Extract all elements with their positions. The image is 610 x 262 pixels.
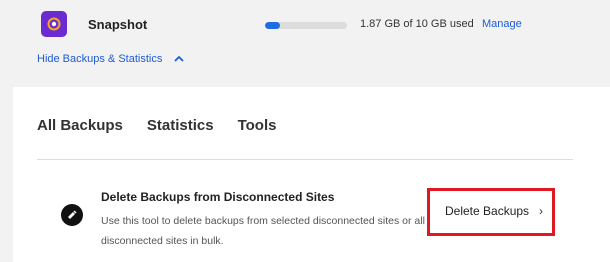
chevron-right-icon: › — [539, 204, 544, 218]
delete-backups-label: Delete Backups — [445, 204, 530, 218]
hide-backups-statistics-toggle[interactable]: Hide Backups & Statistics — [37, 53, 184, 65]
tools-card: All Backups Statistics Tools Delete Back… — [13, 87, 610, 262]
tab-statistics[interactable]: Statistics — [147, 117, 214, 134]
app-name: Snapshot — [88, 17, 148, 32]
tool-description: Use this tool to delete backups from sel… — [101, 215, 425, 247]
tab-bar: All Backups Statistics Tools — [37, 117, 300, 134]
chevron-up-icon — [174, 55, 184, 63]
eraser-icon — [61, 204, 83, 226]
tool-title: Delete Backups from Disconnected Sites — [101, 190, 335, 204]
manage-link[interactable]: Manage — [482, 18, 522, 30]
storage-progress-fill — [265, 22, 281, 29]
snapshot-app-icon — [41, 11, 67, 37]
tab-tools[interactable]: Tools — [238, 117, 277, 134]
delete-backups-button[interactable]: Delete Backups › — [445, 204, 543, 218]
header-row: Snapshot 1.87 GB of 10 GB used Manage — [0, 0, 610, 50]
tab-all-backups[interactable]: All Backups — [37, 117, 123, 134]
storage-usage-text: 1.87 GB of 10 GB used — [360, 18, 474, 30]
tab-divider — [37, 159, 573, 160]
toggle-label: Hide Backups & Statistics — [37, 53, 163, 65]
storage-progress-bar — [265, 22, 347, 29]
